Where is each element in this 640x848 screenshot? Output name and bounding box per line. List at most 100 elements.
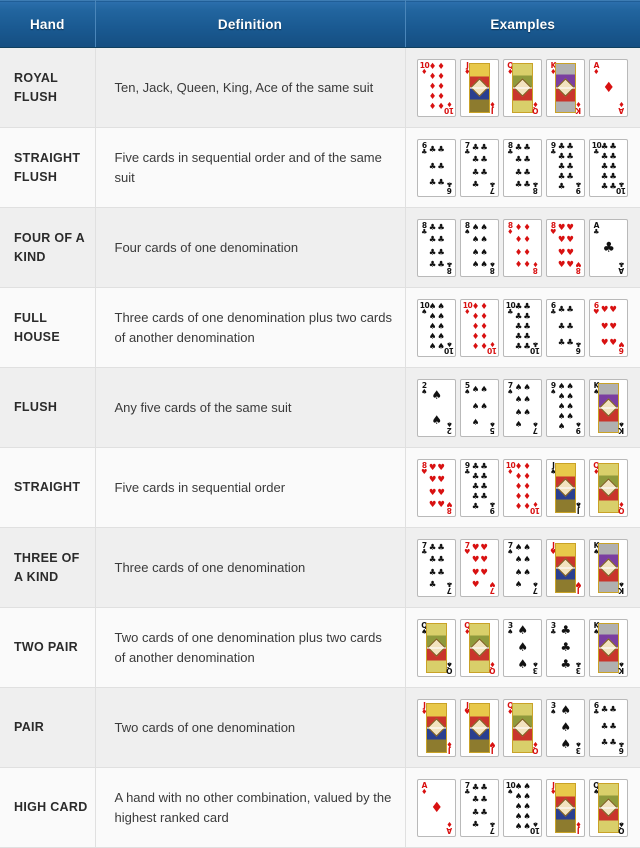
playing-card: J ♦ J ♦ <box>546 778 586 837</box>
playing-card: Q ♦ Q ♦ <box>503 58 543 117</box>
hand-examples-cell: 7 ♣ ♣ ♣ ♣ ♣ ♣ ♣ ♣ 7 ♣ 7 ♥ ♥ ♥ ♥ ♥ ♥ ♥ ♥ 7 ♥ 7 ♠ ♠ ♠ ♠ ♠ ♠ ♠ ♠ 7 ♠ J ♥ J ♥ K ♠ K… <box>405 527 640 608</box>
playing-card: 10 ♣ ♣ ♣ ♣ ♣ ♣ ♣ ♣ ♣ ♣ ♣ 10 ♣ <box>589 138 629 197</box>
card-corner-bottom: 7 ♣ <box>489 819 496 835</box>
card-corner-bottom: J ♦ <box>446 739 453 755</box>
hand-examples-cell: J ♦ J ♦ J ♥ J ♥ Q ♦ Q ♦ 3 ♠ ♠ ♠ ♠ 3 ♠ 6 ♣ ♣ ♣ ♣ ♣ ♣ ♣ 6 ♣ <box>405 687 640 768</box>
card-corner-bottom: 10 ♠ <box>530 819 540 835</box>
card-corner-bottom: 10 ♣ <box>616 179 626 195</box>
card-corner-bottom: Q ♠ <box>618 819 625 835</box>
card-pips: ♥ ♥ ♥ ♥ ♥ ♥ ♥ ♥ <box>557 222 574 271</box>
playing-card: 7 ♠ ♠ ♠ ♠ ♠ ♠ ♠ ♠ 7 ♠ <box>503 538 543 597</box>
playing-card: Q ♠ Q ♠ <box>589 778 629 837</box>
card-corner-bottom: J ♥ <box>489 739 496 755</box>
card-pips: ♠ ♠ <box>431 387 443 427</box>
card-pips: ♣ ♣ ♣ <box>560 623 572 671</box>
hand-name-cell: STRAIGHT FLUSH <box>0 127 96 208</box>
hand-name-cell: STRAIGHT <box>0 447 96 528</box>
card-pips: ♣ ♣ ♣ ♣ ♣ ♣ ♣ ♣ ♣ <box>471 461 488 512</box>
playing-card: 10 ♦ ♦ ♦ ♦ ♦ ♦ ♦ ♦ ♦ ♦ ♦ 10 ♦ <box>503 458 543 517</box>
playing-card: 6 ♣ ♣ ♣ ♣ ♣ ♣ ♣ 6 ♣ <box>589 698 629 757</box>
card-pips: ♣ ♣ ♣ ♣ ♣ ♣ ♣ <box>471 782 488 831</box>
card-corner-bottom: 6 ♥ <box>618 339 625 355</box>
playing-card: K ♠ K ♠ <box>589 538 629 597</box>
card-pips: ♠ ♠ ♠ ♠ ♠ ♠ ♠ ♠ ♠ <box>557 381 574 432</box>
card-corner-bottom: 7 ♣ <box>489 179 496 195</box>
table-row: HIGH CARD A hand with no other combinatio… <box>0 767 640 848</box>
card-corner-bottom: 3 ♠ <box>532 659 539 675</box>
table-row: FLUSH Any five cards of the same suit 2 ♠ ♠ ♠… <box>0 367 640 448</box>
hand-name-cell: FOUR OF A KIND <box>0 207 96 288</box>
table-header: Hand Definition Examples <box>0 0 640 48</box>
hand-definition-cell: Two cards of one denomination plus two c… <box>95 607 406 688</box>
playing-card: 7 ♣ ♣ ♣ ♣ ♣ ♣ ♣ ♣ 7 ♣ <box>460 138 500 197</box>
hand-examples-cell: 2 ♠ ♠ ♠ 2 ♠ 5 ♠ ♠ ♠ ♠ ♠ ♠ 5 ♠ 7 ♠ ♠ ♠ ♠ ♠ ♠ ♠ ♠ 7 ♠ 9 ♠ ♠ ♠ ♠ ♠ ♠ ♠ ♠ ♠ ♠ 9 ♠ K… <box>405 367 640 448</box>
table-row: THREE OF A KIND Three cards of one denomi… <box>0 527 640 608</box>
card-corner-bottom: 8 ♥ <box>446 499 453 515</box>
playing-card: K ♠ K ♠ <box>589 378 629 437</box>
playing-card: 2 ♠ ♠ ♠ 2 ♠ <box>417 378 457 437</box>
card-corner-bottom: 5 ♠ <box>489 419 496 435</box>
hand-definition-cell: Four cards of one denomination <box>95 207 406 288</box>
example-card-row: 2 ♠ ♠ ♠ 2 ♠ 5 ♠ ♠ ♠ ♠ ♠ ♠ 5 ♠ 7 ♠ ♠ ♠ ♠ ♠ ♠ ♠ ♠ 7 ♠ 9 ♠ ♠ ♠ ♠ ♠ ♠ ♠ ♠ ♠ ♠ 9 ♠ K… <box>406 378 640 437</box>
column-header-definition: Definition <box>95 0 406 48</box>
hand-examples-cell: 10 ♦ ♦ ♦ ♦ ♦ ♦ ♦ ♦ ♦ ♦ ♦ 10 ♦ J ♦ J ♦ Q ♦ Q ♦ K ♦ K ♦ A ♦ ♦ A ♦ <box>405 47 640 128</box>
column-header-examples: Examples <box>405 0 640 48</box>
card-corner-bottom: 8 ♣ <box>532 179 539 195</box>
table-row: STRAIGHT Five cards in sequential order 8 ♥… <box>0 447 640 528</box>
card-corner-bottom: Q ♠ <box>446 659 453 675</box>
card-corner-bottom: 6 ♣ <box>446 179 453 195</box>
card-pips: ♣ ♣ ♣ ♣ ♣ ♣ <box>428 145 445 189</box>
playing-card: 6 ♣ ♣ ♣ ♣ ♣ ♣ ♣ 6 ♣ <box>546 298 586 357</box>
card-corner-bottom: 6 ♣ <box>575 339 582 355</box>
playing-card: 6 ♥ ♥ ♥ ♥ ♥ ♥ ♥ 6 ♥ <box>589 298 629 357</box>
hand-name-cell: FLUSH <box>0 367 96 448</box>
playing-card: 8 ♥ ♥ ♥ ♥ ♥ ♥ ♥ ♥ ♥ 8 ♥ <box>546 218 586 277</box>
card-corner-bottom: 2 ♠ <box>446 419 453 435</box>
card-corner-bottom: 10 ♦ <box>487 339 497 355</box>
hand-definition-cell: Two cards of one denomination <box>95 687 406 768</box>
hand-definition-cell: A hand with no other combination, valued… <box>95 767 406 848</box>
example-card-row: 8 ♣ ♣ ♣ ♣ ♣ ♣ ♣ ♣ ♣ 8 ♣ 8 ♠ ♠ ♠ ♠ ♠ ♠ ♠ ♠ ♠ 8 ♠ 8 ♦ ♦ ♦ ♦ ♦ ♦ ♦ ♦ ♦ 8 ♦ 8 ♥ ♥ ♥… <box>406 218 640 277</box>
playing-card: J ♥ J ♥ <box>546 538 586 597</box>
hand-definition-cell: Ten, Jack, Queen, King, Ace of the same … <box>95 47 406 128</box>
hand-definition-cell: Three cards of one denomination plus two… <box>95 287 406 368</box>
card-pips: ♣ <box>602 239 616 256</box>
card-corner-top: A ♦ <box>593 60 600 76</box>
card-pips: ♥ ♥ ♥ ♥ ♥ ♥ <box>600 305 617 349</box>
playing-card: 7 ♣ ♣ ♣ ♣ ♣ ♣ ♣ ♣ 7 ♣ <box>460 778 500 837</box>
card-corner-bottom: J ♥ <box>575 579 582 595</box>
hand-examples-cell: 10 ♠ ♠ ♠ ♠ ♠ ♠ ♠ ♠ ♠ ♠ ♠ 10 ♠ 10 ♦ ♦ ♦ ♦ ♦ ♦ ♦ ♦ ♦ ♦ ♦ 10 ♦ 10 ♣ ♣ ♣ ♣ ♣ ♣… <box>405 287 640 368</box>
card-corner-bottom: 8 ♠ <box>489 259 496 275</box>
playing-card: 5 ♠ ♠ ♠ ♠ ♠ ♠ 5 ♠ <box>460 378 500 437</box>
example-card-row: Q ♠ Q ♠ Q ♦ Q ♦ 3 ♠ ♠ ♠ ♠ 3 ♠ 3 ♣ ♣ ♣ ♣ 3 ♣ K ♠ K ♠ <box>406 618 640 677</box>
playing-card: 10 ♦ ♦ ♦ ♦ ♦ ♦ ♦ ♦ ♦ ♦ ♦ 10 ♦ <box>460 298 500 357</box>
card-corner-bottom: 8 ♥ <box>575 259 582 275</box>
card-pips: ♣ ♣ ♣ ♣ ♣ ♣ <box>557 305 574 349</box>
table-row: FULL HOUSE Three cards of one denominatio… <box>0 287 640 368</box>
card-pips: ♠ ♠ ♠ <box>560 703 572 751</box>
hand-definition-cell: Five cards in sequential order <box>95 447 406 528</box>
playing-card: Q ♦ Q ♦ <box>589 458 629 517</box>
playing-card: 9 ♠ ♠ ♠ ♠ ♠ ♠ ♠ ♠ ♠ ♠ 9 ♠ <box>546 378 586 437</box>
hand-name-cell: HIGH CARD <box>0 767 96 848</box>
playing-card: J ♥ J ♥ <box>460 698 500 757</box>
card-pips: ♣ ♣ ♣ ♣ ♣ ♣ ♣ ♣ <box>514 142 531 191</box>
card-pips: ♠ ♠ ♠ ♠ ♠ <box>471 385 488 429</box>
card-pips: ♠ ♠ ♠ ♠ ♠ ♠ ♠ <box>514 382 531 431</box>
card-pips: ♠ ♠ ♠ <box>517 623 529 671</box>
rankings-table: Hand Definition Examples ROYAL FLUSH Ten,… <box>0 0 640 848</box>
playing-card: 10 ♠ ♠ ♠ ♠ ♠ ♠ ♠ ♠ ♠ ♠ ♠ 10 ♠ <box>503 778 543 837</box>
example-card-row: 10 ♠ ♠ ♠ ♠ ♠ ♠ ♠ ♠ ♠ ♠ ♠ 10 ♠ 10 ♦ ♦ ♦ ♦ ♦ ♦ ♦ ♦ ♦ ♦ ♦ 10 ♦ 10 ♣ ♣ ♣ ♣ ♣ ♣… <box>406 298 640 357</box>
card-corner-bottom: J ♦ <box>489 99 496 115</box>
card-pips: ♦ ♦ ♦ ♦ ♦ ♦ ♦ ♦ ♦ ♦ <box>514 461 531 512</box>
card-pips: ♣ ♣ ♣ ♣ ♣ ♣ ♣ <box>428 542 445 591</box>
poker-hand-ranking-table: Hand Definition Examples ROYAL FLUSH Ten,… <box>0 0 640 848</box>
card-pips: ♣ ♣ ♣ ♣ ♣ ♣ ♣ <box>471 142 488 191</box>
table-row: STRAIGHT FLUSH Five cards in sequential o… <box>0 127 640 208</box>
hand-examples-cell: 8 ♥ ♥ ♥ ♥ ♥ ♥ ♥ ♥ ♥ 8 ♥ 9 ♣ ♣ ♣ ♣ ♣ ♣ ♣ ♣ ♣ ♣ 9 ♣ 10 ♦ ♦ ♦ ♦ ♦ ♦ ♦ ♦ ♦ ♦ ♦ 10… <box>405 447 640 528</box>
card-corner-bottom: A ♦ <box>446 819 453 835</box>
hand-name-cell: TWO PAIR <box>0 607 96 688</box>
card-pips: ♣ ♣ ♣ ♣ ♣ ♣ <box>600 705 617 749</box>
playing-card: A ♦ ♦ A ♦ <box>417 778 457 837</box>
example-card-row: 7 ♣ ♣ ♣ ♣ ♣ ♣ ♣ ♣ 7 ♣ 7 ♥ ♥ ♥ ♥ ♥ ♥ ♥ ♥ 7 ♥ 7 ♠ ♠ ♠ ♠ ♠ ♠ ♠ ♠ 7 ♠ J ♥ J ♥ K ♠ K… <box>406 538 640 597</box>
